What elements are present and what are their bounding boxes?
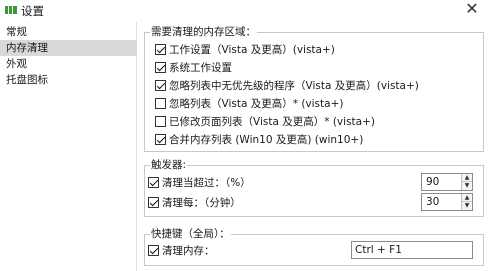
memory-areas-title: 需要清理的内存区域： bbox=[150, 24, 257, 39]
close-button[interactable]: ✕ bbox=[457, 0, 487, 20]
option-label: 合并内存列表 (Win10 及更高) (win10+) bbox=[169, 134, 364, 146]
option-label: 清理内存： bbox=[162, 245, 215, 257]
hotkey-input[interactable]: Ctrl + F1 bbox=[351, 241, 473, 259]
trigger-usage-threshold[interactable]: 清理当超过：（%） bbox=[148, 175, 251, 190]
interval-stepper[interactable]: 30 ▲ ▼ bbox=[421, 193, 473, 211]
window-title: 设置 bbox=[21, 4, 44, 18]
option-label: 已修改页面列表（Vista 及更高）* (vista+) bbox=[169, 116, 375, 128]
hotkey-title: 快捷键（全局）： bbox=[150, 226, 231, 241]
option-label: 系统工作设置 bbox=[169, 62, 232, 74]
option-label: 工作设置（Vista 及更高）(vista+) bbox=[169, 44, 335, 56]
checkbox[interactable] bbox=[155, 62, 166, 73]
spin-up-icon[interactable]: ▲ bbox=[462, 194, 472, 202]
spin-up-icon[interactable]: ▲ bbox=[462, 174, 472, 182]
option-standby-list[interactable]: 忽略列表（Vista 及更高）* (vista+) bbox=[155, 96, 343, 111]
option-system-working-set[interactable]: 系统工作设置 bbox=[155, 60, 232, 75]
trigger-interval[interactable]: 清理每：（分钟） bbox=[148, 195, 241, 210]
sidebar-item-tray-icon[interactable]: 托盘图标 bbox=[0, 72, 137, 88]
sidebar-item-label: 托盘图标 bbox=[6, 74, 48, 86]
close-icon: ✕ bbox=[465, 0, 479, 18]
option-label: 忽略列表中无优先级的程序（Vista 及更高）(vista+) bbox=[169, 80, 419, 92]
spin-down-icon[interactable]: ▼ bbox=[462, 202, 472, 210]
sidebar-item-memory-cleanup[interactable]: 内存清理 bbox=[0, 40, 137, 56]
sidebar-item-label: 常规 bbox=[6, 26, 27, 38]
checkbox[interactable] bbox=[155, 98, 166, 109]
option-label: 清理当超过：（%） bbox=[162, 177, 251, 189]
option-standby-no-priority[interactable]: 忽略列表中无优先级的程序（Vista 及更高）(vista+) bbox=[155, 78, 419, 93]
stepper-value: 90 bbox=[426, 176, 440, 188]
stepper-value: 30 bbox=[426, 196, 440, 208]
sidebar-item-appearance[interactable]: 外观 bbox=[0, 56, 137, 72]
option-combine-memory-lists[interactable]: 合并内存列表 (Win10 及更高) (win10+) bbox=[155, 132, 363, 147]
checkbox[interactable] bbox=[155, 116, 166, 127]
stepper-buttons: ▲ ▼ bbox=[461, 174, 472, 190]
option-modified-page-list[interactable]: 已修改页面列表（Vista 及更高）* (vista+) bbox=[155, 114, 375, 129]
usage-threshold-stepper[interactable]: 90 ▲ ▼ bbox=[421, 173, 473, 191]
triggers-title: 触发器: bbox=[150, 157, 188, 172]
option-label: 忽略列表（Vista 及更高）* (vista+) bbox=[169, 98, 344, 110]
title-bar: 设置 ✕ bbox=[0, 0, 493, 20]
checkbox[interactable] bbox=[148, 197, 159, 208]
sidebar: 常规 内存清理 外观 托盘图标 bbox=[0, 22, 137, 271]
checkbox[interactable] bbox=[155, 80, 166, 91]
checkbox[interactable] bbox=[148, 245, 159, 256]
sidebar-item-label: 外观 bbox=[6, 58, 27, 70]
option-label: 清理每：（分钟） bbox=[162, 197, 241, 209]
sidebar-item-general[interactable]: 常规 bbox=[0, 24, 137, 40]
sidebar-item-label: 内存清理 bbox=[6, 42, 48, 54]
spin-down-icon[interactable]: ▼ bbox=[462, 182, 472, 190]
hotkey-clean-memory[interactable]: 清理内存： bbox=[148, 243, 215, 258]
stepper-buttons: ▲ ▼ bbox=[461, 194, 472, 210]
option-working-set[interactable]: 工作设置（Vista 及更高）(vista+) bbox=[155, 42, 335, 57]
checkbox[interactable] bbox=[155, 44, 166, 55]
checkbox[interactable] bbox=[155, 134, 166, 145]
checkbox[interactable] bbox=[148, 177, 159, 188]
app-icon bbox=[5, 6, 17, 14]
